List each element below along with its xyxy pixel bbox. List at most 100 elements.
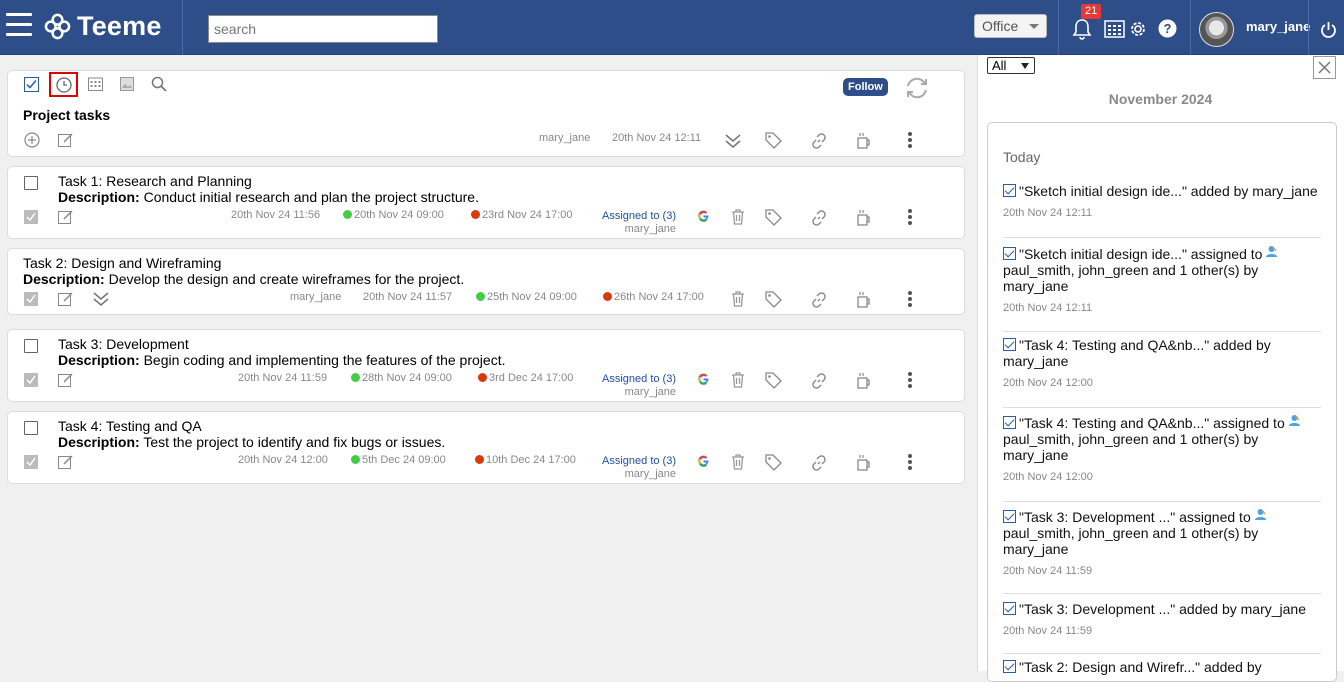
expand-all-icon[interactable] <box>724 133 742 149</box>
calendar-view-icon[interactable] <box>88 77 103 91</box>
username[interactable]: mary_jane <box>1246 19 1310 34</box>
hamburger-menu-icon[interactable] <box>6 13 32 37</box>
task-due-date: 23rd Nov 24 17:00 <box>471 209 573 221</box>
start-dot <box>343 210 352 219</box>
notification-badge: 21 <box>1081 4 1102 19</box>
activity-filter-dropdown[interactable]: All <box>987 57 1035 74</box>
bell-icon[interactable] <box>1072 18 1092 40</box>
feed-item[interactable]: "Task 3: Development ..." added by mary_… <box>1003 601 1321 637</box>
edit-icon[interactable] <box>58 132 74 148</box>
edit-icon[interactable] <box>58 291 74 307</box>
more-options-icon[interactable] <box>907 131 913 149</box>
power-icon[interactable] <box>1320 21 1337 39</box>
feed-item[interactable]: "Task 4: Testing and QA&nb..." added by … <box>1003 337 1321 389</box>
task-user: mary_jane <box>290 291 342 303</box>
link-icon[interactable] <box>810 132 828 150</box>
link-icon[interactable] <box>810 209 828 227</box>
link-icon[interactable] <box>810 454 828 472</box>
follow-button[interactable]: Follow <box>843 78 888 96</box>
feed-text-continued: paul_smith, john_green and 1 other(s) by… <box>1003 525 1259 557</box>
feed-text-continued: paul_smith, john_green and 1 other(s) by… <box>1003 262 1259 294</box>
feed-item[interactable]: "Task 3: Development ..." assigned to pau… <box>1003 508 1321 577</box>
task-title[interactable]: Task 4: Testing and QA <box>58 418 202 434</box>
trash-icon[interactable] <box>731 209 745 225</box>
divider <box>1003 407 1321 408</box>
divider <box>182 0 183 55</box>
assigned-count[interactable]: Assigned to (3) <box>602 373 676 385</box>
tag-icon[interactable] <box>765 209 782 226</box>
refresh-icon[interactable] <box>904 76 930 100</box>
task-checkbox[interactable] <box>24 421 38 435</box>
tag-icon[interactable] <box>765 372 782 389</box>
completed-checkbox-icon[interactable] <box>24 455 38 469</box>
due-date-text: 26th Nov 24 17:00 <box>614 291 704 303</box>
completed-checkbox-icon[interactable] <box>24 373 38 387</box>
trash-icon[interactable] <box>731 372 745 388</box>
task-checkbox[interactable] <box>24 176 38 190</box>
edit-icon[interactable] <box>58 209 74 225</box>
google-icon[interactable] <box>697 373 710 386</box>
task-title[interactable]: Task 2: Design and Wireframing <box>23 255 221 271</box>
task-card: Task 4: Testing and QA Description: Test… <box>7 411 965 484</box>
assigned-to-link[interactable]: Assigned to (3) mary_jane <box>602 455 676 480</box>
tag-icon[interactable] <box>765 291 782 308</box>
edit-icon[interactable] <box>58 372 74 388</box>
add-circle-icon[interactable] <box>24 132 40 148</box>
task-title[interactable]: Task 3: Development <box>58 336 189 352</box>
project-date: 20th Nov 24 12:11 <box>612 132 702 144</box>
cup-icon[interactable] <box>856 291 872 309</box>
link-icon[interactable] <box>810 372 828 390</box>
feed-item[interactable]: "Sketch initial design ide..." added by … <box>1003 183 1321 219</box>
close-panel-button[interactable] <box>1313 56 1336 79</box>
due-date-text: 23rd Nov 24 17:00 <box>482 209 573 221</box>
tag-icon[interactable] <box>765 132 782 149</box>
divider <box>1058 0 1059 55</box>
trash-icon[interactable] <box>731 454 745 470</box>
search-input[interactable] <box>208 15 438 43</box>
expand-subtasks-icon[interactable] <box>92 291 110 307</box>
more-options-icon[interactable] <box>907 208 913 226</box>
task-description: Description: Develop the design and crea… <box>23 271 464 287</box>
feed-text: "Task 2: Design and Wirefr..." added by <box>1019 659 1262 675</box>
avatar[interactable] <box>1199 12 1234 47</box>
google-icon[interactable] <box>697 455 710 468</box>
task-checkbox[interactable] <box>24 339 38 353</box>
top-navigation-bar: Teeme Office 21 ? mary_jane <box>0 0 1344 55</box>
cup-icon[interactable] <box>856 454 872 472</box>
more-options-icon[interactable] <box>907 290 913 308</box>
image-view-icon[interactable] <box>120 77 134 91</box>
tag-icon[interactable] <box>765 454 782 471</box>
gear-icon[interactable] <box>1128 19 1148 39</box>
google-icon[interactable] <box>697 210 710 223</box>
office-dropdown[interactable]: Office <box>974 14 1047 38</box>
due-date-text: 10th Dec 24 17:00 <box>486 454 576 466</box>
completed-checkbox-icon[interactable] <box>24 210 38 224</box>
task-title[interactable]: Task 1: Research and Planning <box>58 173 252 189</box>
due-dot <box>471 210 480 219</box>
link-icon[interactable] <box>810 291 828 309</box>
assigned-count[interactable]: Assigned to (3) <box>602 210 676 222</box>
feed-item[interactable]: "Sketch initial design ide..." assigned … <box>1003 245 1321 314</box>
task-check-icon <box>1003 660 1016 673</box>
help-icon[interactable]: ? <box>1158 19 1177 38</box>
clock-view-button[interactable] <box>49 72 78 97</box>
assigned-to-link[interactable]: Assigned to (3) mary_jane <box>602 210 676 235</box>
cup-icon[interactable] <box>856 132 872 150</box>
more-options-icon[interactable] <box>907 453 913 471</box>
checkbox-view-icon[interactable] <box>24 77 39 92</box>
assigned-to-link[interactable]: Assigned to (3) mary_jane <box>602 373 676 398</box>
more-options-icon[interactable] <box>907 371 913 389</box>
teeme-logo[interactable]: Teeme <box>44 11 162 42</box>
completed-checkbox-icon[interactable] <box>24 292 38 306</box>
start-dot <box>476 292 485 301</box>
assigned-count[interactable]: Assigned to (3) <box>602 455 676 467</box>
feed-item[interactable]: "Task 2: Design and Wirefr..." added by <box>1003 659 1321 675</box>
edit-icon[interactable] <box>58 454 74 470</box>
feed-item[interactable]: "Task 4: Testing and QA&nb..." assigned … <box>1003 414 1321 483</box>
cup-icon[interactable] <box>856 209 872 227</box>
trash-icon[interactable] <box>731 291 745 307</box>
divider <box>1003 501 1321 502</box>
search-icon[interactable] <box>151 76 167 92</box>
cup-icon[interactable] <box>856 372 872 390</box>
calendar-icon[interactable] <box>1104 19 1125 38</box>
